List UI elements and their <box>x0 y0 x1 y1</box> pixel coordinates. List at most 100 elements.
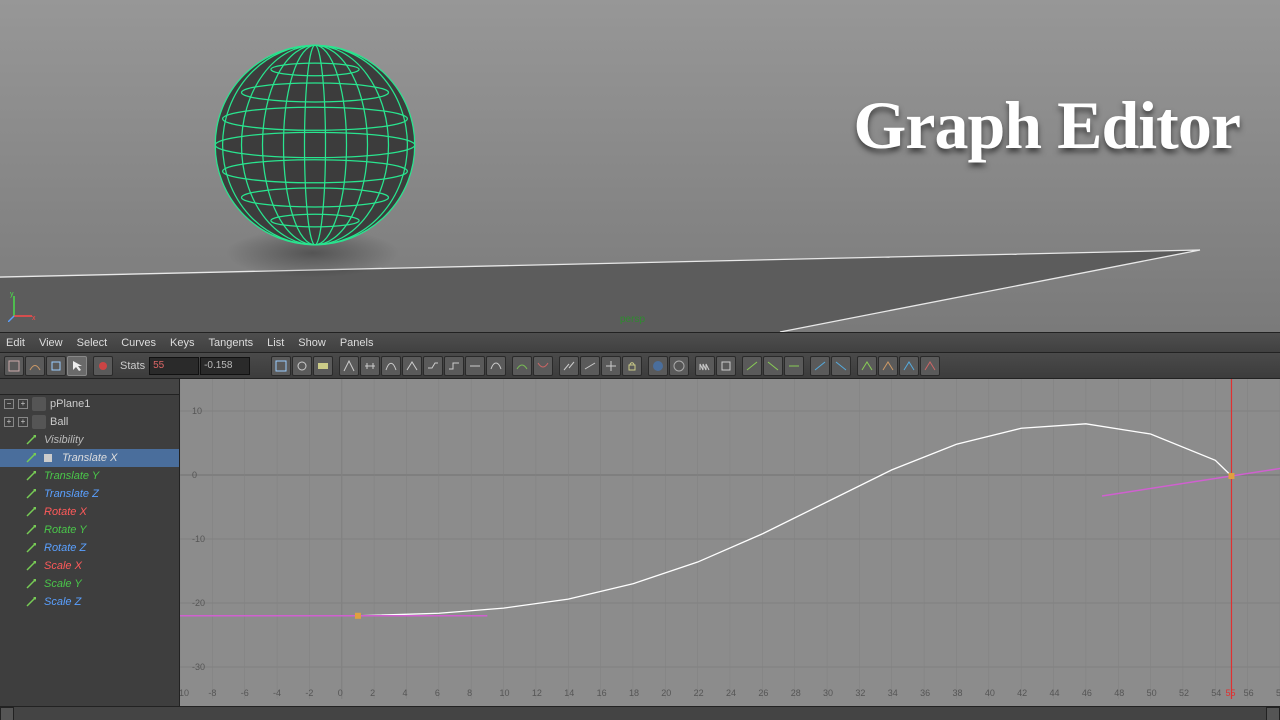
connection-icon <box>26 597 36 607</box>
stats-label: Stats <box>120 360 145 372</box>
menu-keys[interactable]: Keys <box>170 337 194 349</box>
svg-text:32: 32 <box>855 688 865 698</box>
menu-list[interactable]: List <box>267 337 284 349</box>
insert-key-tool-icon[interactable] <box>25 356 45 376</box>
absolute-view-icon[interactable] <box>669 356 689 376</box>
menu-edit[interactable]: Edit <box>6 337 25 349</box>
channel-ty[interactable]: Translate Y <box>0 467 179 485</box>
scroll-track[interactable] <box>14 707 1266 720</box>
tangent-a-icon[interactable] <box>742 356 762 376</box>
node-icon <box>32 415 46 429</box>
tangent-b-icon[interactable] <box>763 356 783 376</box>
lattice-tool-icon[interactable] <box>46 356 66 376</box>
menu-view[interactable]: View <box>39 337 63 349</box>
viewport-3d[interactable]: Graph Editor persp y x <box>0 0 1280 332</box>
pre-infinity-icon[interactable] <box>695 356 715 376</box>
collapse-icon[interactable]: + <box>4 417 14 427</box>
expand-icon[interactable]: + <box>18 417 28 427</box>
graph-canvas[interactable]: -30-20-10010-10-8-6-4-202468101214161820… <box>180 379 1280 706</box>
svg-text:52: 52 <box>1179 688 1189 698</box>
stat-value-input[interactable] <box>200 357 250 375</box>
normalize-icon[interactable] <box>339 356 359 376</box>
curve-plot[interactable]: -30-20-10010-10-8-6-4-202468101214161820… <box>180 379 1280 699</box>
stat-key-input[interactable] <box>149 357 199 375</box>
ground-plane <box>0 0 1280 332</box>
svg-text:x: x <box>32 315 36 322</box>
region-a-icon[interactable] <box>857 356 877 376</box>
outliner[interactable]: − + pPlane1+ + Ball Visibility Translate … <box>0 379 180 706</box>
free-tangent-icon[interactable] <box>601 356 621 376</box>
scroll-left-icon[interactable] <box>0 707 14 720</box>
linear-tangent-icon[interactable] <box>402 356 422 376</box>
stepped-tangent-icon[interactable] <box>444 356 464 376</box>
time-snap-icon[interactable] <box>93 356 113 376</box>
channel-sz[interactable]: Scale Z <box>0 593 179 611</box>
denormalize-icon[interactable] <box>360 356 380 376</box>
clamped-tangent-icon[interactable] <box>423 356 443 376</box>
svg-text:26: 26 <box>758 688 768 698</box>
outliner-node[interactable]: − + pPlane1 <box>0 395 179 413</box>
flat-tangent-icon[interactable] <box>465 356 485 376</box>
expand-icon[interactable]: + <box>18 399 28 409</box>
channel-label: Scale X <box>44 560 82 572</box>
lock-tangent-icon[interactable] <box>622 356 642 376</box>
svg-text:2: 2 <box>370 688 375 698</box>
menu-select[interactable]: Select <box>77 337 108 349</box>
channel-label: Visibility <box>44 434 84 446</box>
menu-tangents[interactable]: Tangents <box>209 337 254 349</box>
svg-text:38: 38 <box>952 688 962 698</box>
outliner-header <box>0 379 179 395</box>
isolate-curve-icon[interactable] <box>648 356 668 376</box>
center-view-icon[interactable] <box>292 356 312 376</box>
menu-show[interactable]: Show <box>298 337 326 349</box>
auto-frame-icon[interactable] <box>313 356 333 376</box>
unify-tangent-icon[interactable] <box>580 356 600 376</box>
svg-text:48: 48 <box>1114 688 1124 698</box>
svg-text:54: 54 <box>1211 688 1221 698</box>
channel-label: Scale Z <box>44 596 81 608</box>
frame-all-icon[interactable] <box>271 356 291 376</box>
channel-sy[interactable]: Scale Y <box>0 575 179 593</box>
animation-curve[interactable] <box>180 424 1231 616</box>
spline-tangent-icon[interactable] <box>381 356 401 376</box>
break-tangent-icon[interactable] <box>559 356 579 376</box>
tangent-c-icon[interactable] <box>784 356 804 376</box>
svg-text:-30: -30 <box>192 662 205 672</box>
channel-tx[interactable]: Translate X <box>0 449 179 467</box>
select-tool-icon[interactable] <box>67 356 87 376</box>
svg-text:40: 40 <box>985 688 995 698</box>
channel-rz[interactable]: Rotate Z <box>0 539 179 557</box>
svg-text:28: 28 <box>791 688 801 698</box>
keyframe[interactable] <box>355 613 361 619</box>
region-d-icon[interactable] <box>920 356 940 376</box>
channel-vis[interactable]: Visibility <box>0 431 179 449</box>
channel-rx[interactable]: Rotate X <box>0 503 179 521</box>
channel-sx[interactable]: Scale X <box>0 557 179 575</box>
weighted-b-icon[interactable] <box>831 356 851 376</box>
plateau-tangent-icon[interactable] <box>486 356 506 376</box>
horizontal-scrollbar[interactable] <box>0 706 1280 720</box>
channel-tz[interactable]: Translate Z <box>0 485 179 503</box>
buffer-swap-icon[interactable] <box>512 356 532 376</box>
channel-ry[interactable]: Rotate Y <box>0 521 179 539</box>
menu-panels[interactable]: Panels <box>340 337 374 349</box>
keyframe[interactable] <box>1228 473 1234 479</box>
svg-text:6: 6 <box>435 688 440 698</box>
svg-text:y: y <box>10 292 14 298</box>
region-b-icon[interactable] <box>878 356 898 376</box>
menu-curves[interactable]: Curves <box>121 337 156 349</box>
move-nearest-key-tool-icon[interactable] <box>4 356 24 376</box>
tangent-handle[interactable] <box>1102 456 1280 496</box>
svg-text:36: 36 <box>920 688 930 698</box>
collapse-icon[interactable]: − <box>4 399 14 409</box>
buffer-snapshot-icon[interactable] <box>533 356 553 376</box>
outliner-node[interactable]: + + Ball <box>0 413 179 431</box>
post-infinity-icon[interactable] <box>716 356 736 376</box>
weighted-a-icon[interactable] <box>810 356 830 376</box>
time-cursor-label: 55 <box>1225 688 1235 698</box>
scroll-right-icon[interactable] <box>1266 707 1280 720</box>
svg-text:-4: -4 <box>273 688 281 698</box>
region-c-icon[interactable] <box>899 356 919 376</box>
sphere-wireframe <box>210 40 420 250</box>
svg-text:-2: -2 <box>305 688 313 698</box>
